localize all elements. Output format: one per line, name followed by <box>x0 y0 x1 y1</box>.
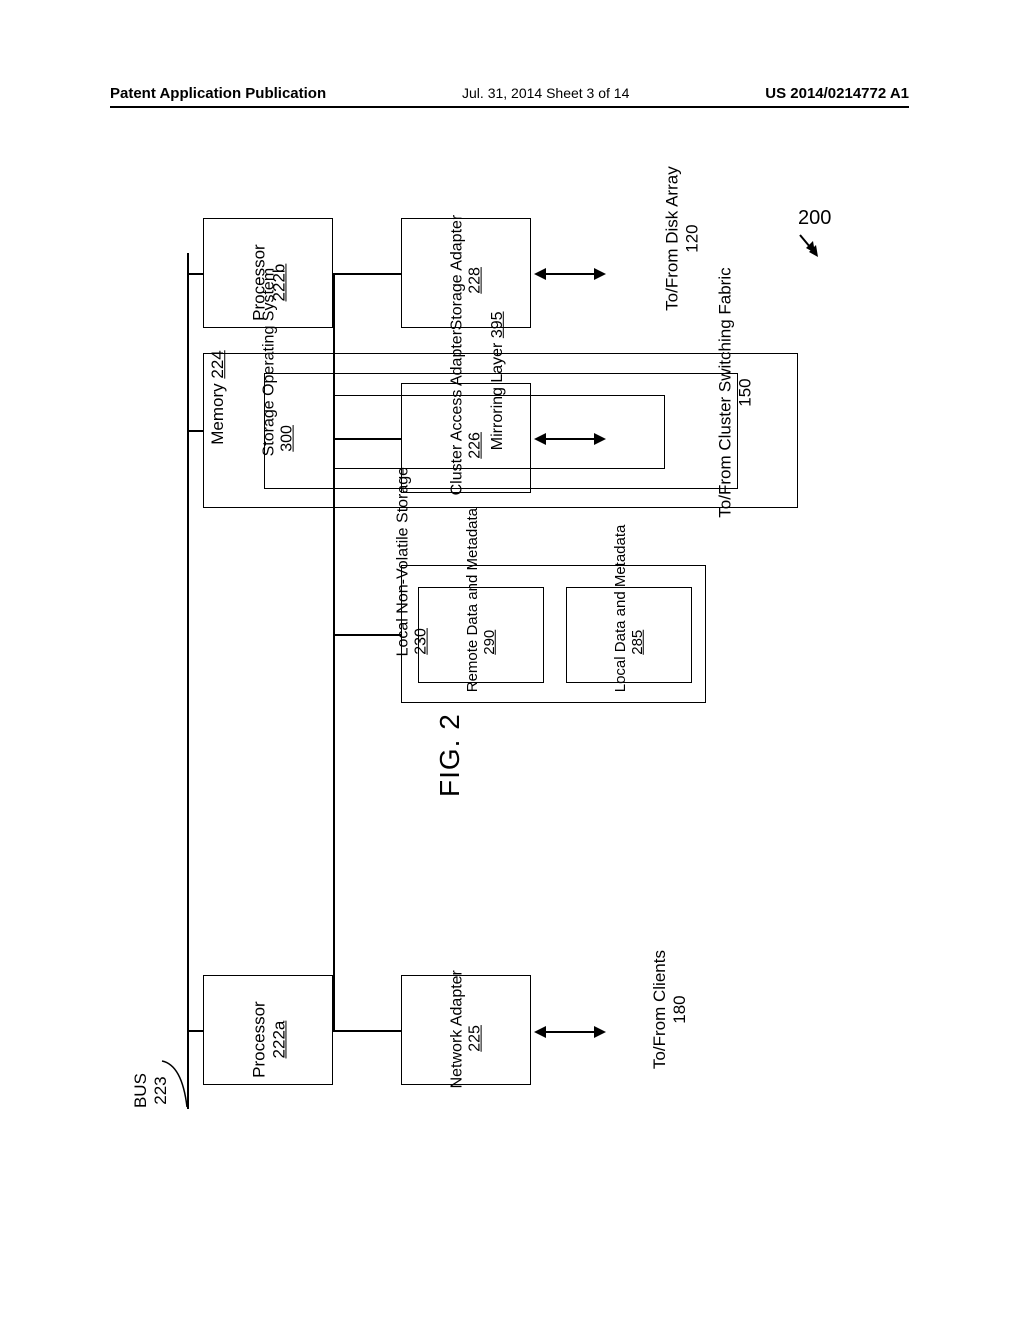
double-arrow-icon <box>534 1023 606 1041</box>
figure-caption: FIG. 2 <box>434 713 466 797</box>
header-right: US 2014/0214772 A1 <box>765 85 909 102</box>
bus-stub <box>333 634 401 636</box>
tofrom-clients-label: To/From Clients180 <box>650 950 689 1069</box>
tofrom-disk-label: To/From Disk Array120 <box>663 166 702 311</box>
double-arrow-icon <box>534 265 606 283</box>
storage-os-label: Storage Operating System300 <box>261 420 298 456</box>
memory-label: Memory 224 <box>208 415 228 445</box>
bus-stub <box>189 1030 203 1032</box>
storage-adapter-label: Storage Adapter228 <box>449 230 486 330</box>
local-data-label: Local Data and Metadata285 <box>612 592 647 692</box>
ref-200-arrow-icon <box>794 231 824 261</box>
network-adapter-label: Network Adapter225 <box>449 988 486 1088</box>
remote-data-label: Remote Data and Metadata290 <box>464 592 499 692</box>
diagram-fig2: 200 BUS223 Processor222b Memory 224 Stor… <box>108 195 916 1165</box>
header-left: Patent Application Publication <box>110 85 326 102</box>
tofrom-cluster-label: To/From Cluster Switching Fabric150 <box>716 267 755 517</box>
double-arrow-icon <box>534 430 606 448</box>
bus-stub <box>333 273 401 275</box>
bus-stub <box>189 430 203 432</box>
bus-stub <box>333 1030 401 1032</box>
processor-222a-label: Processor222a <box>249 992 288 1088</box>
ref-200: 200 <box>798 207 831 230</box>
bus-connector-curve-icon <box>160 1057 196 1111</box>
header-center: Jul. 31, 2014 Sheet 3 of 14 <box>462 85 629 101</box>
bus-line <box>187 253 189 1109</box>
page-header: Patent Application Publication Jul. 31, … <box>0 85 1024 108</box>
bus-stub <box>189 273 203 275</box>
cluster-adapter-label: Cluster Access Adapter226 <box>449 395 486 495</box>
